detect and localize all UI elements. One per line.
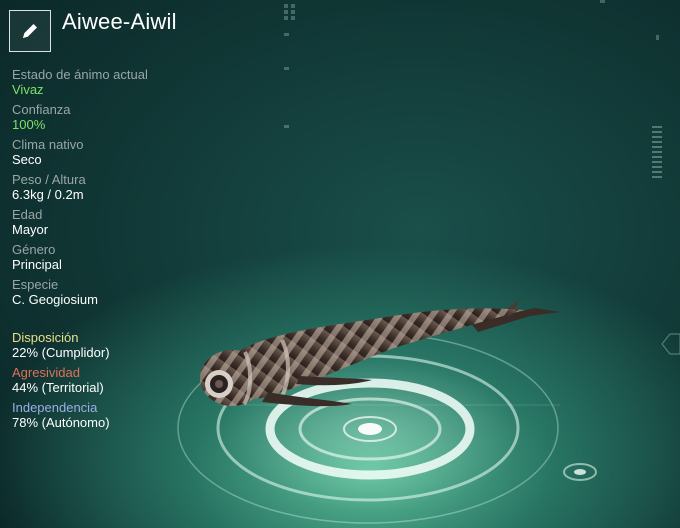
stat-value: Seco <box>12 152 42 167</box>
trait-value: 78% (Autónomo) <box>12 415 110 430</box>
stat-value: 100% <box>12 117 46 132</box>
stat-label: Confianza <box>12 102 71 117</box>
stat-label: Edad <box>12 207 43 222</box>
stat-label: Peso / Altura <box>12 172 86 187</box>
pencil-icon <box>23 24 37 38</box>
trait-item: Independencia 78% (Autónomo) <box>12 400 252 431</box>
stat-value: Vivaz <box>12 82 44 97</box>
stat-value: Principal <box>12 257 62 272</box>
creature-stats: Estado de ánimo actual Vivaz Confianza 100%… <box>12 67 252 312</box>
stat-label: Género <box>12 242 56 257</box>
stat-label: Clima nativo <box>12 137 84 152</box>
trait-item: Agresividad 44% (Territorial) <box>12 365 252 396</box>
stat-value: C. Geogiosium <box>12 292 98 307</box>
stat-item: Peso / Altura 6.3kg / 0.2m <box>12 172 252 203</box>
stat-value: Mayor <box>12 222 49 237</box>
trait-value: 44% (Territorial) <box>12 380 104 395</box>
trait-value: 22% (Cumplidor) <box>12 345 110 360</box>
stat-value: 6.3kg / 0.2m <box>12 187 84 202</box>
edit-name-button[interactable] <box>9 10 51 52</box>
stat-item: Especie C. Geogiosium <box>12 277 252 308</box>
trait-label: Agresividad <box>12 365 80 380</box>
trait-label: Disposición <box>12 330 79 345</box>
stat-item: Género Principal <box>12 242 252 273</box>
creature-viewer: Aiwee-Aiwil Estado de ánimo actual Vivaz C… <box>0 0 680 528</box>
stat-item: Estado de ánimo actual Vivaz <box>12 67 252 98</box>
stat-item: Confianza 100% <box>12 102 252 133</box>
stat-item: Clima nativo Seco <box>12 137 252 168</box>
trait-item: Disposición 22% (Cumplidor) <box>12 330 252 361</box>
stat-item: Edad Mayor <box>12 207 252 238</box>
stat-label: Estado de ánimo actual <box>12 67 148 82</box>
trait-label: Independencia <box>12 400 98 415</box>
creature-traits: Disposición 22% (Cumplidor) Agresividad 44%… <box>12 330 252 435</box>
creature-name: Aiwee-Aiwil <box>62 9 177 34</box>
stat-label: Especie <box>12 277 59 292</box>
